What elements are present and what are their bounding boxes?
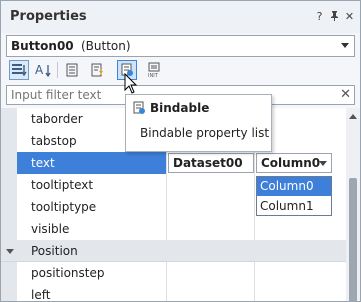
property-row-text[interactable]: text Dataset00 Column0 [1, 152, 346, 174]
close-button[interactable]: ✕ [343, 10, 356, 23]
init-icon: INIT [148, 62, 160, 78]
alpha-sort-icon: A [35, 63, 51, 78]
property-value[interactable] [255, 262, 346, 284]
svg-text:INIT: INIT [148, 73, 159, 78]
property-value[interactable] [167, 196, 255, 218]
tooltip-description: Bindable property list [140, 126, 270, 140]
bindable-icon [133, 101, 145, 114]
collapse-icon[interactable] [6, 249, 14, 254]
property-label: left [17, 284, 167, 301]
column-dropdown-list: Column0 Column1 [256, 176, 332, 216]
bindable-tooltip: Bindable Bindable property list [125, 94, 272, 152]
events-icon [91, 63, 103, 77]
property-row-positionstep[interactable]: positionstep [1, 262, 346, 284]
properties-panel: Properties ? ✕ Button00 (Button) A INIT … [0, 0, 361, 302]
dropdown-option-column1[interactable]: Column1 [257, 197, 331, 216]
property-label: text [17, 152, 167, 174]
properties-icon [66, 63, 78, 77]
property-row-left[interactable]: left [1, 284, 346, 301]
property-value[interactable] [167, 218, 255, 240]
properties-toolbar: A INIT [6, 58, 355, 82]
scroll-up-icon[interactable] [349, 114, 357, 119]
property-value[interactable] [167, 262, 255, 284]
init-button[interactable]: INIT [144, 60, 164, 80]
tooltip-title: Bindable [150, 101, 210, 115]
object-selector[interactable]: Button00 (Button) [6, 35, 355, 57]
chevron-down-icon [341, 43, 349, 48]
help-button[interactable]: ? [313, 10, 326, 23]
property-label: tooltiptype [17, 196, 167, 218]
events-button[interactable] [88, 60, 108, 80]
category-sort-button[interactable] [9, 60, 29, 80]
panel-title: Properties [10, 9, 87, 24]
toolbar-separator [57, 62, 58, 78]
property-value[interactable] [167, 174, 255, 196]
svg-text:A: A [35, 63, 44, 77]
property-label: visible [17, 218, 167, 240]
group-label: Position [31, 244, 78, 258]
scroll-thumb[interactable] [349, 178, 357, 301]
mouse-cursor-icon [124, 73, 138, 94]
property-label: tooltiptext [17, 174, 167, 196]
category-sort-icon [12, 64, 27, 77]
dropdown-option-column0[interactable]: Column0 [257, 177, 331, 196]
dataset-value: Dataset00 [173, 156, 243, 170]
title-bar: Properties ? ✕ [1, 1, 360, 33]
pin-button[interactable] [328, 10, 341, 24]
property-value[interactable] [255, 218, 346, 240]
clear-filter-button[interactable]: ✕ [340, 87, 351, 102]
chevron-down-icon [319, 161, 327, 166]
alpha-sort-button[interactable]: A [33, 60, 53, 80]
property-value[interactable] [255, 284, 346, 301]
column-value: Column0 [261, 156, 321, 170]
pin-icon [331, 11, 338, 21]
property-value[interactable] [167, 284, 255, 301]
property-row-visible[interactable]: visible [1, 218, 346, 240]
object-type: (Button) [81, 39, 131, 53]
property-label: positionstep [17, 262, 167, 284]
group-header-position[interactable]: Position [1, 240, 346, 262]
object-name: Button00 [11, 39, 74, 53]
column-combo[interactable]: Column0 [256, 153, 332, 173]
properties-button[interactable] [62, 60, 82, 80]
vertical-scrollbar[interactable] [346, 108, 360, 301]
dataset-combo[interactable]: Dataset00 [168, 153, 254, 173]
